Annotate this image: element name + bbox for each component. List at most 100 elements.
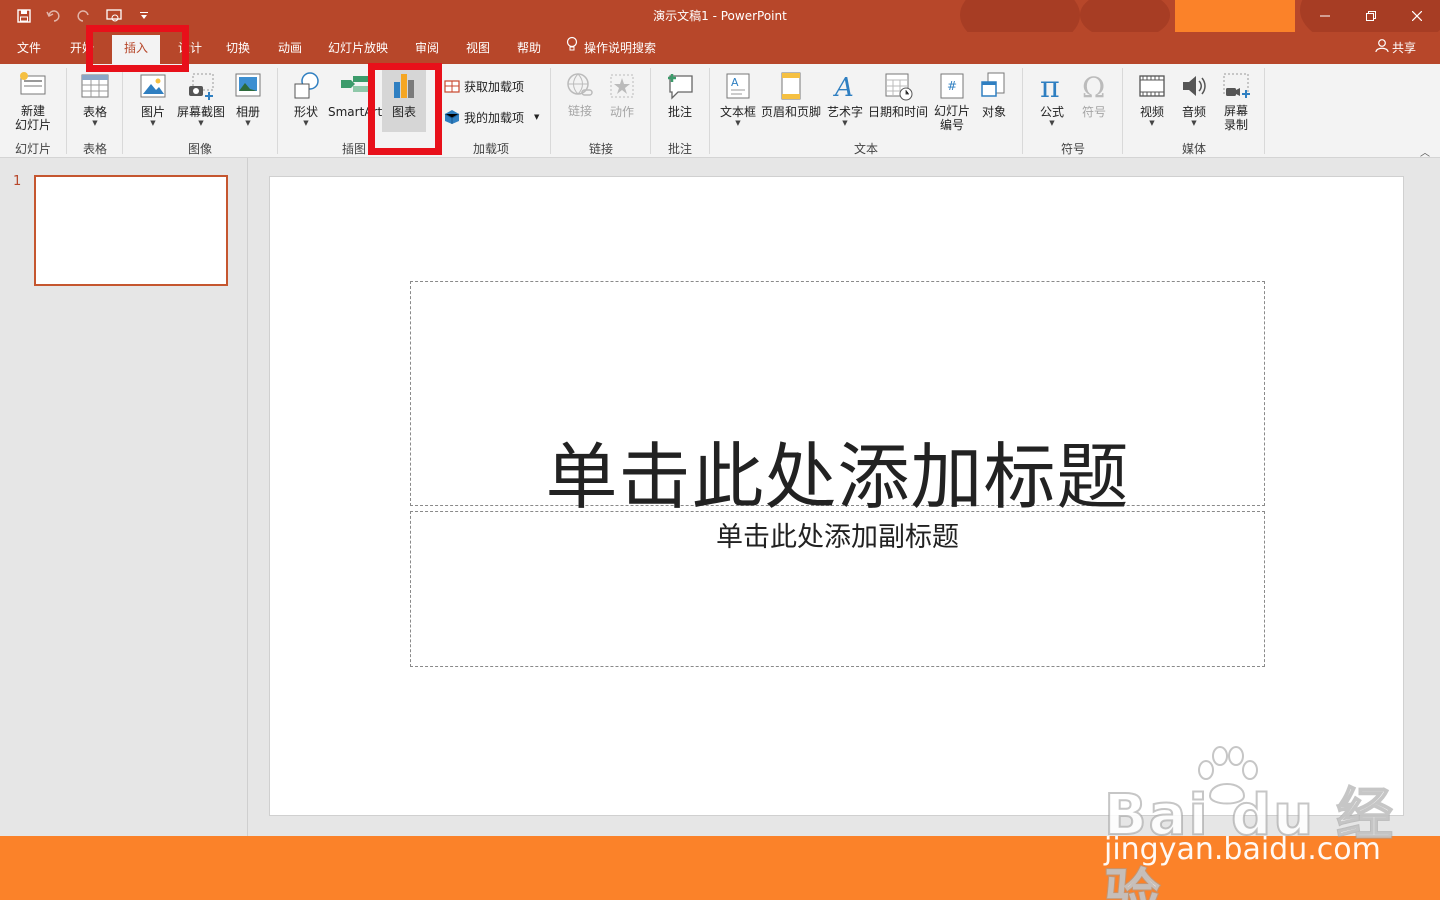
table-button[interactable]: 表格 ▼ (74, 70, 116, 127)
svg-text:Ω: Ω (1082, 71, 1105, 102)
share-label: 共享 (1391, 41, 1416, 55)
header-footer-icon (781, 72, 801, 100)
tell-me-search[interactable]: 操作说明搜索 (566, 32, 676, 64)
dropdown-arrow-icon: ▼ (1149, 119, 1155, 127)
addin-cube-icon (444, 110, 460, 124)
tab-home[interactable]: 开始 (64, 32, 100, 64)
textbox-button[interactable]: A 文本框 ▼ (718, 70, 758, 127)
subtitle-placeholder-text: 单击此处添加副标题 (716, 522, 959, 553)
group-separator (1264, 68, 1265, 154)
tab-transitions[interactable]: 切换 (218, 32, 258, 64)
ribbon-insert: 新建 幻灯片 幻灯片 表格 ▼ 表格 图片 ▼ 屏幕截图 ▼ 相册 ▼ 图像 形… (0, 64, 1440, 159)
svg-text:A: A (731, 76, 739, 89)
picture-icon (140, 74, 166, 98)
my-addins-button[interactable]: 我的加载项 ▼ (444, 106, 539, 128)
baidu-watermark: Bai du 经验 jingyan.baidu.com (1100, 740, 1400, 900)
tab-animations[interactable]: 动画 (270, 32, 310, 64)
dropdown-arrow-icon: ▼ (198, 119, 204, 127)
collapse-ribbon-icon[interactable]: ︿ (1420, 144, 1430, 159)
minimize-icon[interactable] (1302, 0, 1348, 32)
picture-button[interactable]: 图片 ▼ (132, 70, 174, 127)
calendar-icon (885, 73, 913, 101)
svg-text:π: π (1040, 70, 1060, 102)
group-label-links: 链接 (588, 142, 613, 156)
textbox-icon: A (726, 73, 750, 99)
slide-thumbnail[interactable] (34, 175, 228, 286)
group-label-tables: 表格 (82, 142, 107, 156)
svg-text:A: A (833, 73, 854, 102)
screenshot-icon (189, 73, 214, 100)
header-footer-button[interactable]: 页眉和页脚 (760, 70, 822, 119)
action-star-icon (610, 74, 634, 98)
group-label-illustrations: 插图 (341, 142, 366, 156)
object-button[interactable]: 对象 (974, 70, 1014, 119)
person-icon (1375, 32, 1389, 64)
table-icon (81, 74, 109, 98)
smartart-icon (341, 76, 369, 92)
tab-view[interactable]: 视图 (458, 32, 498, 64)
chart-button[interactable]: 图表 (382, 68, 426, 132)
dropdown-arrow-icon: ▼ (303, 119, 309, 127)
share-button[interactable]: 共享 (1375, 32, 1416, 64)
wordart-icon: A (833, 73, 854, 102)
group-separator (1022, 68, 1023, 154)
title-placeholder-text: 单击此处添加标题 (545, 435, 1130, 519)
svg-text:#: # (947, 79, 957, 93)
tab-help[interactable]: 帮助 (509, 32, 549, 64)
tab-insert[interactable]: 插入 (112, 35, 160, 64)
tab-design[interactable]: 设计 (170, 32, 210, 64)
group-separator (709, 68, 710, 154)
screenshot-button[interactable]: 屏幕截图 ▼ (175, 70, 227, 127)
group-separator (650, 68, 651, 154)
equation-button[interactable]: π 公式 ▼ (1032, 70, 1072, 127)
dropdown-arrow-icon: ▼ (735, 119, 741, 127)
tab-file[interactable]: 文件 (6, 32, 52, 64)
audio-button[interactable]: 音频 ▼ (1174, 70, 1214, 127)
group-separator (122, 68, 123, 154)
wordart-button[interactable]: A 艺术字 ▼ (825, 70, 865, 127)
dropdown-arrow-icon: ▼ (1049, 119, 1055, 127)
date-time-button[interactable]: 日期和时间 (868, 70, 928, 119)
get-addins-button[interactable]: 获取加载项 (444, 75, 524, 97)
globe-link-icon (567, 73, 593, 96)
tell-me-label: 操作说明搜索 (584, 41, 657, 55)
tab-slideshow[interactable]: 幻灯片放映 (322, 32, 394, 64)
group-separator (1122, 68, 1123, 154)
new-slide-button[interactable]: 新建 幻灯片 (8, 70, 58, 132)
group-label-addins: 加载项 (472, 142, 509, 156)
link-button[interactable]: 链接 (560, 70, 600, 118)
screen-recording-icon (1223, 73, 1250, 98)
group-label-images: 图像 (187, 142, 212, 156)
group-label-symbols: 符号 (1060, 142, 1085, 156)
dropdown-arrow-icon: ▼ (150, 119, 156, 127)
action-button[interactable]: 动作 (602, 70, 642, 119)
screen-recording-button[interactable]: 屏幕 录制 (1216, 70, 1256, 132)
restore-icon[interactable] (1348, 0, 1394, 32)
slide-canvas[interactable]: 单击此处添加标题 单击此处添加副标题 (269, 176, 1404, 816)
dropdown-arrow-icon: ▼ (842, 119, 848, 127)
group-label-media: 媒体 (1181, 142, 1206, 156)
dropdown-arrow-icon: ▼ (92, 119, 98, 127)
slide-number-button[interactable]: # 幻灯片 编号 (932, 70, 972, 132)
tab-review[interactable]: 审阅 (407, 32, 447, 64)
object-icon (981, 72, 1005, 97)
symbol-button[interactable]: Ω 符号 (1074, 70, 1114, 119)
comment-button[interactable]: 批注 (660, 70, 700, 119)
group-separator (277, 68, 278, 154)
close-icon[interactable] (1394, 0, 1440, 32)
slide-number-icon: # (940, 73, 964, 99)
video-button[interactable]: 视频 ▼ (1132, 70, 1172, 127)
shapes-button[interactable]: 形状 ▼ (284, 70, 328, 127)
film-icon (1139, 75, 1165, 97)
group-label-comments: 批注 (667, 142, 692, 156)
photo-album-button[interactable]: 相册 ▼ (228, 70, 268, 127)
group-separator (550, 68, 551, 154)
subtitle-placeholder[interactable]: 单击此处添加副标题 (410, 511, 1265, 667)
ribbon-tabs: 文件 开始 插入 设计 切换 动画 幻灯片放映 审阅 视图 帮助 操作说明搜索 … (0, 32, 1440, 64)
chart-icon (394, 74, 414, 98)
title-placeholder[interactable]: 单击此处添加标题 (410, 281, 1265, 519)
group-label-slides: 幻灯片 (14, 142, 51, 156)
smartart-button[interactable]: SmartArt (328, 70, 382, 119)
dropdown-arrow-icon: ▼ (245, 119, 251, 127)
photo-album-icon (235, 73, 261, 97)
